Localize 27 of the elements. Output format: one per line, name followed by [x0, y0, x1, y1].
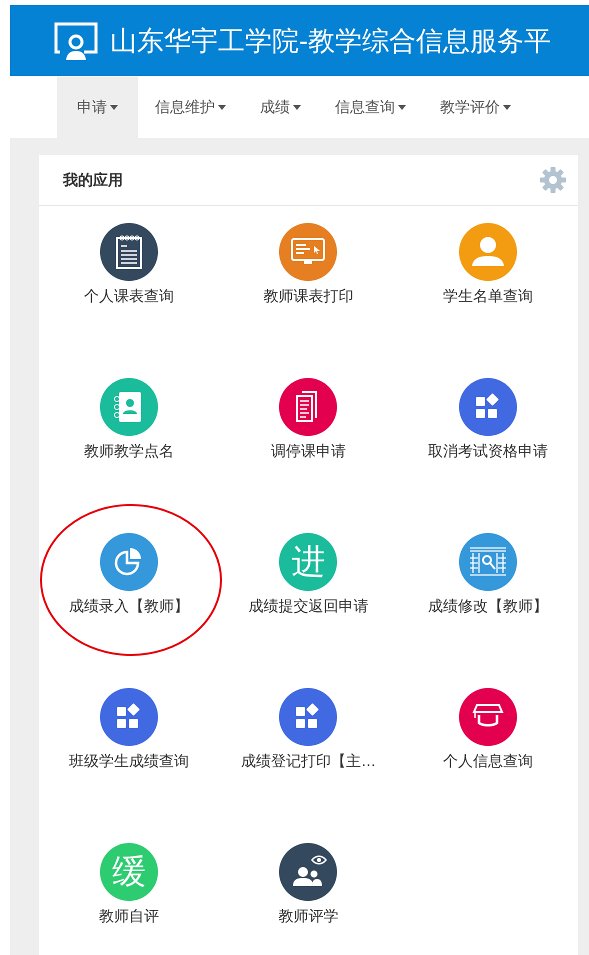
app-label[interactable]: 取消考试资格申请 [428, 442, 548, 461]
logo-icon [54, 22, 98, 60]
app-label[interactable]: 教师评学 [278, 907, 338, 926]
nav-menu-tab[interactable]: 成绩 [243, 76, 318, 138]
caret-icon [398, 104, 406, 110]
caret-icon [218, 104, 226, 110]
app-label[interactable]: 教师教学点名 [84, 442, 174, 461]
app-label[interactable]: 成绩登记打印【主… [240, 752, 376, 771]
app-label[interactable]: 成绩修改【教师】 [428, 597, 548, 616]
app-label[interactable]: 个人信息查询 [443, 752, 534, 771]
app-label[interactable]: 个人课表查询 [84, 287, 174, 306]
nav-menu-tab[interactable]: 教学评价 [423, 76, 528, 138]
site-title: 山东华宇工学院-教学综合信息服务平 [110, 24, 551, 58]
app-label[interactable]: 教师课表打印 [263, 287, 354, 306]
nav-menu-tab[interactable]: 信息查询 [318, 76, 423, 138]
app-label[interactable]: 教师自评 [98, 907, 159, 926]
app-label[interactable]: 班级学生成绩查询 [68, 752, 189, 771]
nav-menu-tab[interactable]: 信息维护 [138, 76, 243, 138]
app-label[interactable]: 成绩提交返回申请 [248, 597, 368, 616]
caret-icon [293, 104, 301, 110]
app-label[interactable]: 学生名单查询 [443, 287, 534, 306]
panel-title: 我的应用 [63, 170, 123, 190]
caret-icon [503, 104, 511, 110]
caret-icon [110, 104, 118, 110]
nav-menu-tab[interactable]: 申请 [57, 76, 138, 138]
app-label[interactable]: 调停课申请 [270, 442, 346, 461]
app-label[interactable]: 成绩录入【教师】 [68, 597, 189, 616]
